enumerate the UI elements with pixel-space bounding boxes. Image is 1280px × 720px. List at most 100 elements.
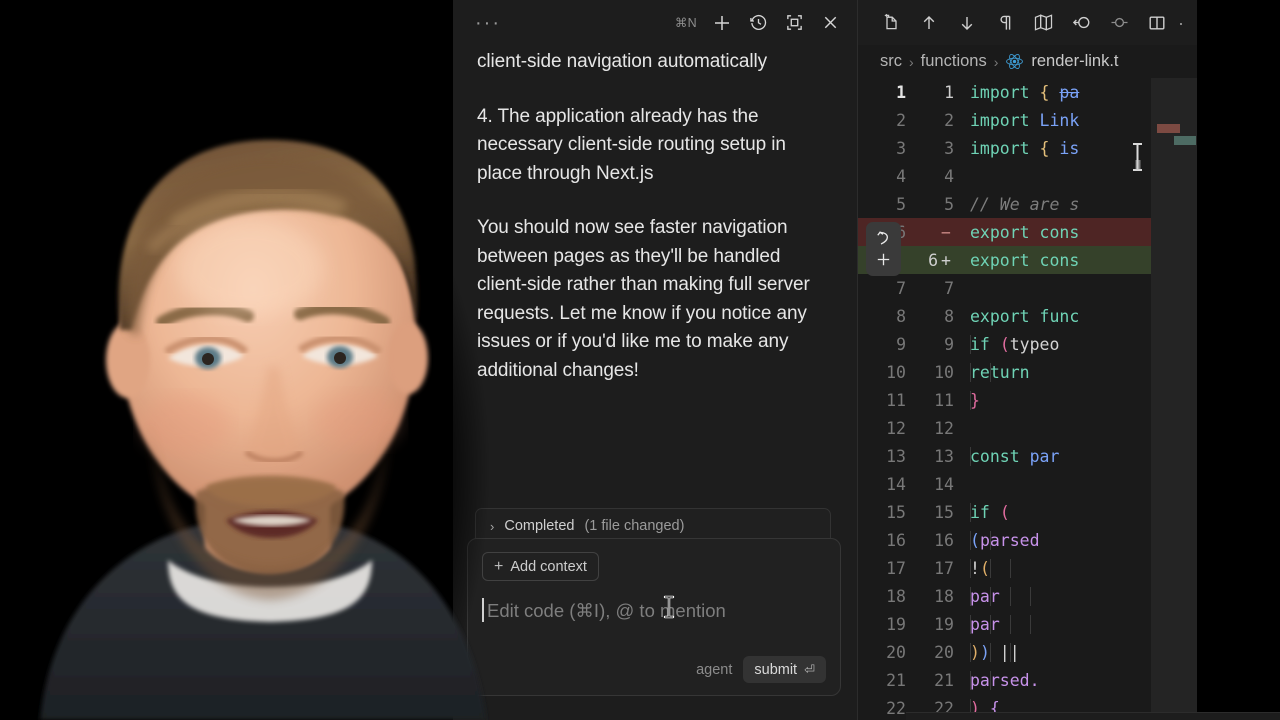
add-context-button[interactable]: + Add context (482, 552, 599, 581)
gutter-old-line-number: 14 (886, 474, 906, 494)
status-bar (906, 712, 1280, 720)
breadcrumb-functions[interactable]: functions (921, 52, 987, 71)
code-line[interactable]: 2 2 import Link (858, 106, 1197, 134)
completed-detail: (1 file changed) (584, 518, 685, 534)
maximize-frame-icon[interactable] (783, 12, 805, 34)
mouse-cursor-icon (663, 595, 675, 619)
split-editor-icon[interactable] (1138, 8, 1176, 38)
gutter-new-line-number: 20 (934, 642, 954, 662)
code-line[interactable]: 6− export cons (858, 218, 1197, 246)
code-line[interactable]: 10 10 return (858, 358, 1197, 386)
gutter-old-line-number: 18 (886, 586, 906, 606)
indent-guide (990, 614, 991, 634)
indent-guide (970, 642, 971, 662)
submit-button[interactable]: submit ⏎ (743, 656, 826, 683)
arrow-down-icon[interactable] (948, 8, 986, 38)
code-line[interactable]: 21 21 parsed. (858, 666, 1197, 694)
ellipsis-icon[interactable]: ··· (475, 13, 501, 33)
diff-action-widget (866, 222, 901, 276)
code-line[interactable]: 15 15 if ( (858, 498, 1197, 526)
code-line[interactable]: 5 5// We are s (858, 190, 1197, 218)
indent-guide (970, 446, 971, 466)
code-line[interactable]: 6 + export cons (858, 246, 1197, 274)
plus-icon[interactable] (874, 250, 893, 269)
arrow-left-circle-icon[interactable] (1062, 8, 1100, 38)
breadcrumb: src › functions › render-link.t (858, 45, 1197, 78)
gutter-old-line-number: 2 (896, 110, 906, 130)
minimap-diff-marker (1174, 136, 1196, 145)
gutter-new-line-number: 17 (934, 558, 954, 578)
code-line[interactable]: 44 (858, 162, 1197, 190)
code-line[interactable]: 99 if (typeo (858, 330, 1197, 358)
submit-label: submit (754, 661, 798, 678)
history-clock-icon[interactable] (747, 12, 769, 34)
indent-guide (1030, 586, 1031, 606)
gutter-old-line-number: 5 (896, 194, 906, 214)
completed-label: Completed (504, 518, 575, 534)
indent-guide (1010, 586, 1011, 606)
map-icon[interactable] (1024, 8, 1062, 38)
indent-guide (970, 530, 971, 550)
indent-guide (1030, 614, 1031, 634)
code-line[interactable]: 3 3 import { is (858, 134, 1197, 162)
add-context-label: Add context (510, 558, 587, 575)
circle-line-icon[interactable] (1100, 8, 1138, 38)
mode-selector[interactable]: agent (696, 662, 732, 678)
chat-message-list[interactable]: client-side navigation automatically 4. … (453, 45, 858, 505)
indent-guide (990, 362, 991, 382)
indent-guide (970, 362, 971, 382)
gutter-new-line-number: 10 (934, 362, 954, 382)
code-line[interactable]: 77 (858, 274, 1197, 302)
pilcrow-icon[interactable] (986, 8, 1024, 38)
minimap[interactable] (1151, 78, 1197, 720)
indent-guide (990, 670, 991, 690)
breadcrumb-file[interactable]: render-link.t (1031, 52, 1118, 71)
close-x-icon[interactable] (819, 12, 841, 34)
code-line[interactable]: 17 17 !( (858, 554, 1197, 582)
chat-header-actions: ⌘N (675, 12, 841, 34)
plus-icon[interactable] (711, 12, 733, 34)
indent-guide (970, 502, 971, 522)
code-line[interactable]: 14 14 (858, 470, 1197, 498)
arrow-up-icon[interactable] (910, 8, 948, 38)
code-line[interactable]: 16 16 (parsed (858, 526, 1197, 554)
code-line[interactable]: 8 8 export func (858, 302, 1197, 330)
new-file-icon[interactable] (872, 8, 910, 38)
code-line[interactable]: 11 11 } (858, 386, 1197, 414)
gutter-old-line-number: 9 (896, 334, 906, 354)
code-line[interactable]: 12 12 (858, 414, 1197, 442)
gutter-new-line-number: 13 (934, 446, 954, 466)
indent-guide (970, 586, 971, 606)
gutter-old-line-number: 10 (886, 362, 906, 382)
gutter-new-line-number: 2 (944, 110, 954, 130)
code-line[interactable]: 19 19 par (858, 610, 1197, 638)
indent-guide (970, 614, 971, 634)
code-line[interactable]: 18 18 par (858, 582, 1197, 610)
code-line[interactable]: 13 13 const par (858, 442, 1197, 470)
undo-arrow-icon[interactable] (874, 229, 893, 248)
breadcrumb-src[interactable]: src (880, 52, 902, 71)
gutter-old-line-number: 4 (896, 166, 906, 186)
indent-guide (1010, 558, 1011, 578)
chevron-right-icon: › (490, 518, 495, 534)
gutter-new-line-number: 19 (934, 614, 954, 634)
more-dot-icon[interactable]: · (1178, 14, 1184, 32)
code-line[interactable]: 1 1 import { pa (858, 78, 1197, 106)
prompt-input[interactable]: Edit code (⌘I), @ to mention (482, 597, 826, 627)
code-diff-view[interactable]: 1 1 import { pa 2 2 import Link 3 3 import { is 4… (858, 78, 1197, 720)
gutter-old-line-number: 17 (886, 558, 906, 578)
gutter-new-line-number: 4 (944, 166, 954, 186)
gutter-old-line-number: 7 (896, 278, 906, 298)
text-cursor-icon (1131, 142, 1144, 172)
new-chat-shortcut-label: ⌘N (674, 16, 697, 30)
gutter-old-line-number: 3 (896, 138, 906, 158)
prompt-placeholder: Edit code (⌘I), @ to mention (487, 600, 726, 621)
react-icon (1005, 52, 1024, 71)
screen: ··· ⌘N client-side navigation automatica… (0, 0, 1280, 720)
indent-guide (990, 586, 991, 606)
indent-guide (990, 558, 991, 578)
indent-guide (970, 558, 971, 578)
gutter-new-line-number: 7 (944, 278, 954, 298)
code-line[interactable]: 20 20 )) || (858, 638, 1197, 666)
gutter-new-line-number: 8 (944, 306, 954, 326)
